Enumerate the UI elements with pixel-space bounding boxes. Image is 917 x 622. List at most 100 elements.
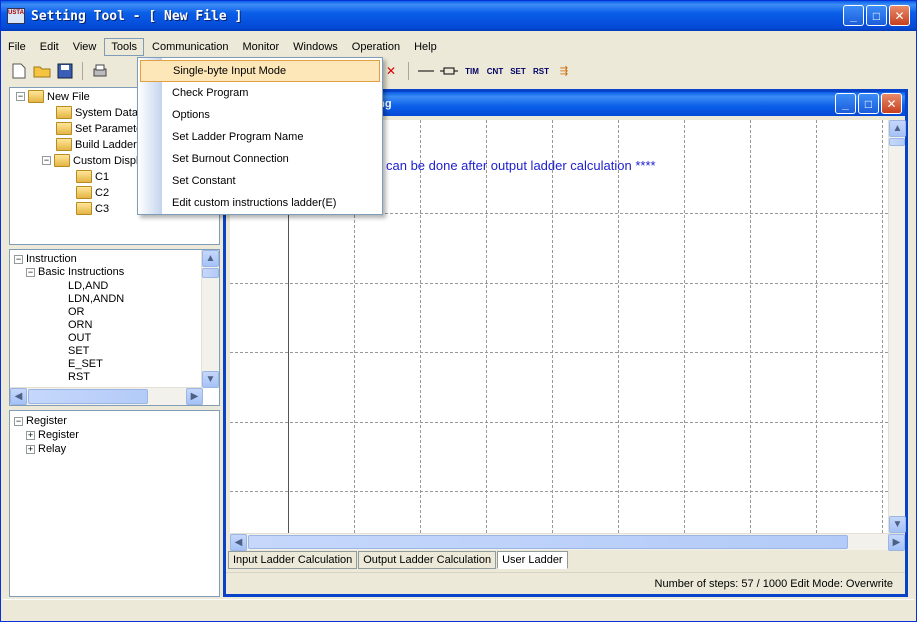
coil-icon[interactable] [439,61,459,81]
menu-item-edit-custom-instructions-ladder[interactable]: Edit custom instructions ladder(E) [140,192,380,214]
tree-item-c2[interactable]: C2 [76,186,109,199]
scroll-thumb[interactable] [28,389,148,404]
menu-item-set-burnout-connection[interactable]: Set Burnout Connection [140,148,380,170]
menu-tools[interactable]: Tools [104,38,145,56]
tab-user-ladder[interactable]: User Ladder [497,551,568,569]
tree-item-orn[interactable]: ORN [68,319,92,331]
scroll-thumb[interactable] [202,268,219,278]
print-icon[interactable] [90,61,110,81]
tree-item-rst[interactable]: RST [68,371,90,383]
collapse-icon[interactable]: − [16,92,25,101]
scroll-left-icon[interactable]: ◀ [10,388,27,405]
ladder-tabs: Input Ladder Calculation Output Ladder C… [228,551,569,569]
tree-item-system-data[interactable]: System Data [56,106,138,119]
delete-icon[interactable]: ✕ [381,61,401,81]
tools-menu: Single-byte Input Mode Check Program Opt… [137,57,383,215]
scroll-right-icon[interactable]: ▶ [186,388,203,405]
menu-windows[interactable]: Windows [287,39,344,55]
tree-item-set[interactable]: SET [68,345,89,357]
scroll-up-icon[interactable]: ▲ [889,120,906,137]
tree-item-relay[interactable]: + Relay [26,443,66,455]
collapse-icon[interactable]: − [26,267,35,277]
instruction-tree-panel: − Instruction − Basic Instructions LD,AN… [9,249,220,406]
folder-icon [76,202,92,215]
scroll-right-icon[interactable]: ▶ [888,534,905,551]
collapse-icon[interactable]: − [42,156,51,165]
menu-help[interactable]: Help [408,39,443,55]
scroll-down-icon[interactable]: ▼ [202,371,219,388]
folder-icon [56,122,72,135]
horizontal-scrollbar[interactable]: ◀ ▶ [10,387,203,405]
timer-icon[interactable]: TIM [462,61,482,81]
scroll-left-icon[interactable]: ◀ [230,534,247,551]
ladder-horizontal-scrollbar[interactable]: ◀ ▶ [230,533,905,551]
folder-icon [56,106,72,119]
folder-icon [28,90,44,103]
menu-view[interactable]: View [67,39,103,55]
collapse-icon[interactable]: − [14,254,23,264]
child-close-button[interactable]: ✕ [881,93,902,114]
menu-edit[interactable]: Edit [34,39,65,55]
tree-item-ldn-andn[interactable]: LDN,ANDN [68,293,124,305]
collapse-icon[interactable]: − [14,416,23,426]
tree-item-c1[interactable]: C1 [76,170,109,183]
menu-monitor[interactable]: Monitor [236,39,285,55]
menu-file[interactable]: File [2,39,32,55]
folder-icon [76,186,92,199]
toolbar-separator [408,62,409,80]
expand-icon[interactable]: + [26,430,35,440]
scroll-thumb[interactable] [248,535,848,549]
scroll-thumb[interactable] [889,138,905,146]
tree-item-ld-and[interactable]: LD,AND [68,280,108,292]
vertical-scrollbar[interactable]: ▲ ▼ [201,250,219,388]
tree-item-build-ladder[interactable]: Build Ladder [56,138,137,151]
tab-input-ladder-calculation[interactable]: Input Ladder Calculation [228,551,358,569]
close-button[interactable]: ✕ [889,5,910,26]
menu-communication[interactable]: Communication [146,39,234,55]
set-icon[interactable]: SET [508,61,528,81]
hline-icon[interactable] [416,61,436,81]
counter-icon[interactable]: CNT [485,61,505,81]
tab-output-ladder-calculation[interactable]: Output Ladder Calculation [358,551,497,569]
child-maximize-button[interactable]: □ [858,93,879,114]
folder-icon [56,138,72,151]
maximize-button[interactable]: □ [866,5,887,26]
tree-item-e-set[interactable]: E_SET [68,358,103,370]
menu-item-single-byte-input-mode[interactable]: Single-byte Input Mode [140,60,380,82]
menu-item-set-ladder-program-name[interactable]: Set Ladder Program Name [140,126,380,148]
ladder-message: ram can be done after output ladder calc… [360,158,656,173]
scroll-down-icon[interactable]: ▼ [889,516,906,533]
tree-group-basic-instructions[interactable]: − Basic Instructions [26,266,124,278]
menu-item-check-program[interactable]: Check Program [140,82,380,104]
menu-item-options[interactable]: Options [140,104,380,126]
open-folder-icon[interactable] [32,61,52,81]
tree-item-out[interactable]: OUT [68,332,91,344]
tree-item-c3[interactable]: C3 [76,202,109,215]
minimize-button[interactable]: _ [843,5,864,26]
tree-item-set-parameter[interactable]: Set Parameter [56,122,146,135]
register-tree-panel: − Register + Register + Relay [9,410,220,597]
status-text: Number of steps: 57 / 1000 Edit Mode: Ov… [654,577,893,590]
special-instruction-icon[interactable]: ⇶ [554,61,574,81]
main-status-bar [3,599,914,621]
tree-root-register[interactable]: − Register [14,415,67,427]
save-icon[interactable] [55,61,75,81]
tree-root-instruction[interactable]: − Instruction [14,253,77,265]
ladder-vertical-scrollbar[interactable]: ▲ ▼ [888,120,906,533]
menu-operation[interactable]: Operation [346,39,406,55]
child-minimize-button[interactable]: _ [835,93,856,114]
new-file-icon[interactable] [9,61,29,81]
menu-item-set-constant[interactable]: Set Constant [140,170,380,192]
tree-item-custom-display[interactable]: − Custom Display [42,154,150,167]
title-bar[interactable]: USTA Setting Tool - [ New File ] _ □ ✕ [1,1,916,31]
scroll-up-icon[interactable]: ▲ [202,250,219,267]
expand-icon[interactable]: + [26,444,35,454]
tree-root-new-file[interactable]: − New File [16,90,90,103]
folder-icon [54,154,70,167]
reset-icon[interactable]: RST [531,61,551,81]
tree-item-or[interactable]: OR [68,306,85,318]
app-icon[interactable]: USTA [7,8,25,24]
main-window: USTA Setting Tool - [ New File ] _ □ ✕ F… [0,0,917,622]
tree-item-register[interactable]: + Register [26,429,79,441]
folder-icon [76,170,92,183]
